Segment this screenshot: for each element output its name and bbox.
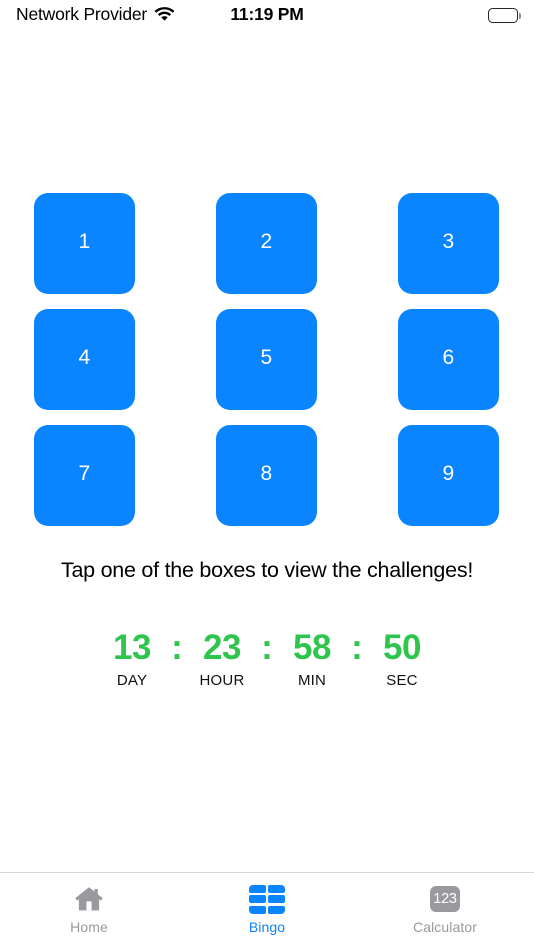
bingo-cell-6[interactable]: 6 <box>398 309 499 410</box>
battery-icon <box>488 7 521 23</box>
grid-icon <box>248 884 286 914</box>
tab-bar: Home Bingo 123 Calculator <box>0 872 534 950</box>
calculator-icon-badge: 123 <box>430 886 460 912</box>
grid-cell <box>268 884 286 893</box>
bingo-cell-2[interactable]: 2 <box>216 193 317 294</box>
countdown-unit-day: 13 DAY <box>98 628 166 689</box>
countdown-label: HOUR <box>199 671 245 689</box>
bingo-cell-label: 1 <box>78 230 91 253</box>
calculator-icon-text: 123 <box>433 890 457 907</box>
countdown-separator: : <box>171 628 183 667</box>
grid-cell <box>248 895 266 903</box>
countdown-separator: : <box>261 628 273 667</box>
countdown-unit-min: 58 MIN <box>278 628 346 689</box>
grid-cell <box>268 905 286 914</box>
grid-cell <box>268 895 286 903</box>
countdown-timer: 13 DAY : 23 HOUR : 58 MIN : 50 SEC <box>0 628 534 689</box>
countdown-value: 50 <box>383 628 421 667</box>
tab-label: Home <box>70 919 108 935</box>
bingo-cell-label: 5 <box>260 346 273 369</box>
countdown-separator: : <box>351 628 363 667</box>
countdown-label: SEC <box>386 671 418 689</box>
bingo-cell-9[interactable]: 9 <box>398 425 499 526</box>
countdown-label: DAY <box>116 671 148 689</box>
status-bar: Network Provider 11:19 PM <box>0 0 534 30</box>
battery-cap <box>518 12 521 19</box>
countdown-value: 13 <box>113 628 151 667</box>
bingo-cell-label: 7 <box>78 462 91 485</box>
calculator-123-icon: 123 <box>430 884 460 914</box>
tab-bingo[interactable]: Bingo <box>178 884 356 934</box>
bingo-board: 1 2 3 4 5 6 7 8 9 <box>34 193 499 526</box>
bingo-cell-label: 6 <box>442 346 455 369</box>
bingo-cell-1[interactable]: 1 <box>34 193 135 294</box>
countdown-value: 23 <box>203 628 241 667</box>
bingo-cell-label: 4 <box>78 346 91 369</box>
tap-hint-text: Tap one of the boxes to view the challen… <box>60 558 474 582</box>
bingo-cell-7[interactable]: 7 <box>34 425 135 526</box>
bingo-cell-5[interactable]: 5 <box>216 309 317 410</box>
tab-label: Bingo <box>248 919 286 935</box>
bingo-cell-label: 3 <box>442 230 455 253</box>
wifi-icon <box>154 5 175 26</box>
countdown-label: MIN <box>297 671 327 689</box>
tab-calculator[interactable]: 123 Calculator <box>356 884 534 934</box>
countdown-unit-hour: 23 HOUR <box>188 628 256 689</box>
bingo-cell-4[interactable]: 4 <box>34 309 135 410</box>
grid-cell <box>248 884 266 893</box>
countdown-value: 58 <box>293 628 331 667</box>
bingo-cell-label: 2 <box>260 230 273 253</box>
tab-label: Calculator <box>412 919 478 935</box>
bingo-cell-3[interactable]: 3 <box>398 193 499 294</box>
carrier-label: Network Provider <box>16 4 148 25</box>
bingo-cell-label: 8 <box>260 462 273 485</box>
grid-icon-glyph <box>248 884 286 914</box>
bingo-cell-label: 9 <box>442 462 455 485</box>
bingo-cell-8[interactable]: 8 <box>216 425 317 526</box>
status-time: 11:19 PM <box>230 4 304 25</box>
tab-home[interactable]: Home <box>0 884 178 934</box>
main-content: 1 2 3 4 5 6 7 8 9 Tap one of the boxes t… <box>0 30 534 872</box>
status-bar-left: Network Provider <box>16 5 175 26</box>
home-icon <box>74 884 104 914</box>
countdown-unit-sec: 50 SEC <box>368 628 436 689</box>
grid-cell <box>248 905 266 914</box>
status-bar-right <box>488 7 521 23</box>
